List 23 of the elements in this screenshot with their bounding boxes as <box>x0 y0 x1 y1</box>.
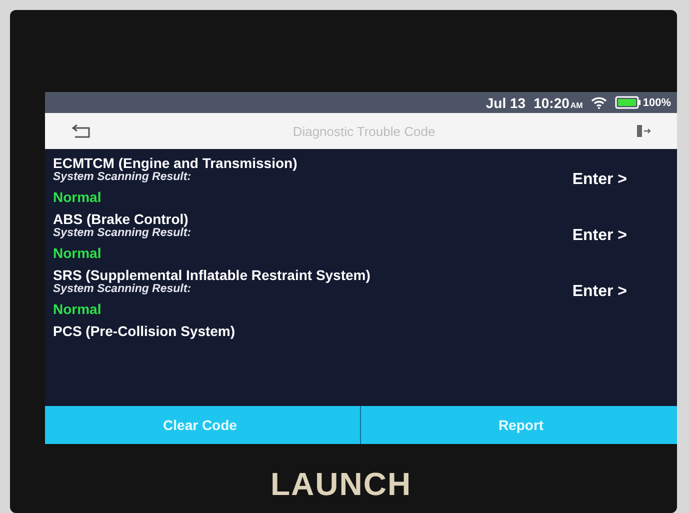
result-label: System Scanning Result: <box>53 227 192 239</box>
system-name: SRS (Supplemental Inflatable Restraint System) <box>53 267 370 283</box>
result-status: Normal <box>53 245 102 261</box>
enter-button[interactable]: Enter > <box>572 227 627 245</box>
result-status: Normal <box>53 301 102 317</box>
screen-title: Diagnostic Trouble Code <box>292 124 436 138</box>
system-name: ECMTCM (Engine and Transmission) <box>53 155 298 171</box>
system-name: ABS (Brake Control) <box>53 211 190 227</box>
am-text: AM <box>570 100 583 110</box>
battery-icon <box>614 96 641 109</box>
battery-percent: 100% <box>642 96 671 108</box>
time-text: 10:20 <box>534 94 570 110</box>
enter-button[interactable]: Enter > <box>572 283 627 301</box>
wifi-icon <box>590 96 607 109</box>
result-label: System Scanning Result: <box>53 171 192 183</box>
result-label: System Scanning Result: <box>53 283 192 295</box>
exit-door-icon[interactable] <box>634 123 651 139</box>
date-text: Jul 13 <box>486 94 526 110</box>
back-arrow-icon[interactable] <box>71 123 93 139</box>
result-status: Normal <box>53 189 102 205</box>
brand-logo: LAUNCH <box>270 466 412 503</box>
enter-button[interactable]: Enter > <box>572 171 627 189</box>
system-name: PCS (Pre-Collision System) <box>53 323 236 339</box>
